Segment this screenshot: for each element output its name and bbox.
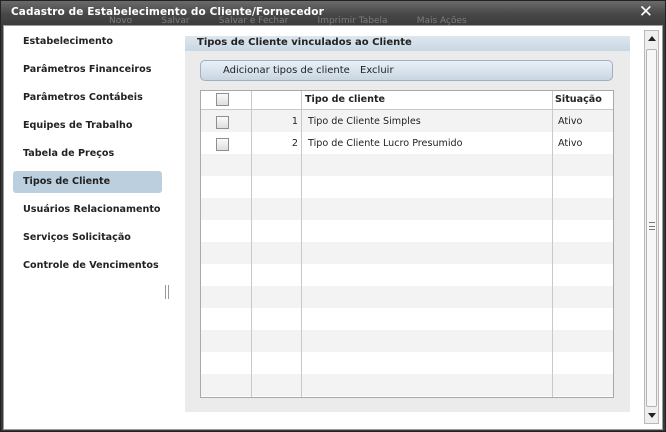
dialog-window: Cadastro de Estabelecimento do Cliente/F… xyxy=(0,0,666,432)
sidebar-item-estabelecimento[interactable]: Estabelecimento xyxy=(13,31,162,53)
sidebar-splitter-handle[interactable] xyxy=(165,285,169,299)
tipos-cliente-grid: Tipo de cliente Situação 1 Tipo de Clien… xyxy=(200,90,614,398)
dialog-content: Estabelecimento Parâmetros Financeiros P… xyxy=(3,25,663,430)
add-tipos-cliente-button[interactable]: Adicionar tipos de cliente xyxy=(223,65,350,76)
situacao-cell: Ativo xyxy=(558,138,583,149)
ghost-menu-item: Mais Ações xyxy=(416,16,467,25)
title-bar[interactable]: Cadastro de Estabelecimento do Cliente/F… xyxy=(1,1,665,25)
row-number: 1 xyxy=(291,116,298,127)
tipo-cliente-cell: Tipo de Cliente Simples xyxy=(308,116,421,127)
sidebar-item-tabela-de-precos[interactable]: Tabela de Preços xyxy=(13,143,162,165)
row-checkbox[interactable] xyxy=(216,116,229,129)
sidebar-item-usuarios-relacionamento[interactable]: Usuários Relacionamento xyxy=(13,199,162,221)
table-row[interactable]: 1 Tipo de Cliente Simples Ativo xyxy=(201,111,613,133)
table-row[interactable]: 2 Tipo de Cliente Lucro Presumido Ativo xyxy=(201,133,613,155)
ghost-menu-item: Salvar xyxy=(161,16,190,25)
column-header-tipo-de-cliente[interactable]: Tipo de cliente xyxy=(305,94,385,105)
sidebar-nav: Estabelecimento Parâmetros Financeiros P… xyxy=(4,26,178,429)
row-checkbox[interactable] xyxy=(216,138,229,151)
row-number: 2 xyxy=(291,138,298,149)
sidebar-item-tipos-de-cliente[interactable]: Tipos de Cliente xyxy=(13,171,162,193)
scroll-up-icon[interactable] xyxy=(648,36,656,41)
grip-icon xyxy=(649,222,655,230)
background-menu: Novo Salvar Salvar e Fechar Imprimir Tab… xyxy=(109,15,493,25)
select-all-checkbox[interactable] xyxy=(216,93,229,106)
ghost-menu-item: Imprimir Tabela xyxy=(317,16,388,25)
tipo-cliente-cell: Tipo de Cliente Lucro Presumido xyxy=(308,138,463,149)
grid-toolbar: Adicionar tipos de cliente Excluir xyxy=(200,60,613,81)
sidebar-item-equipes-de-trabalho[interactable]: Equipes de Trabalho xyxy=(13,115,162,137)
sidebar-item-parametros-contabeis[interactable]: Parâmetros Contábeis xyxy=(13,87,162,109)
scroll-thumb[interactable] xyxy=(646,49,657,407)
sidebar-item-servicos-solicitacao[interactable]: Serviços Solicitação xyxy=(13,227,162,249)
panel-header: Tipos de Cliente vinculados ao Cliente xyxy=(185,36,630,51)
ghost-menu-item: Novo xyxy=(109,16,133,25)
delete-button[interactable]: Excluir xyxy=(360,65,394,76)
ghost-menu-item: Salvar e Fechar xyxy=(218,16,289,25)
sidebar-item-parametros-financeiros[interactable]: Parâmetros Financeiros xyxy=(13,59,162,81)
column-header-situacao[interactable]: Situação xyxy=(555,94,602,105)
tipos-cliente-panel: Tipos de Cliente vinculados ao Cliente A… xyxy=(185,36,630,412)
sidebar-item-controle-de-vencimentos[interactable]: Controle de Vencimentos xyxy=(13,255,162,277)
situacao-cell: Ativo xyxy=(558,116,583,127)
panel-title: Tipos de Cliente vinculados ao Cliente xyxy=(197,37,412,48)
scroll-down-icon[interactable] xyxy=(648,413,656,418)
vertical-scrollbar[interactable] xyxy=(644,30,659,424)
close-icon[interactable]: ✕ xyxy=(639,3,653,21)
